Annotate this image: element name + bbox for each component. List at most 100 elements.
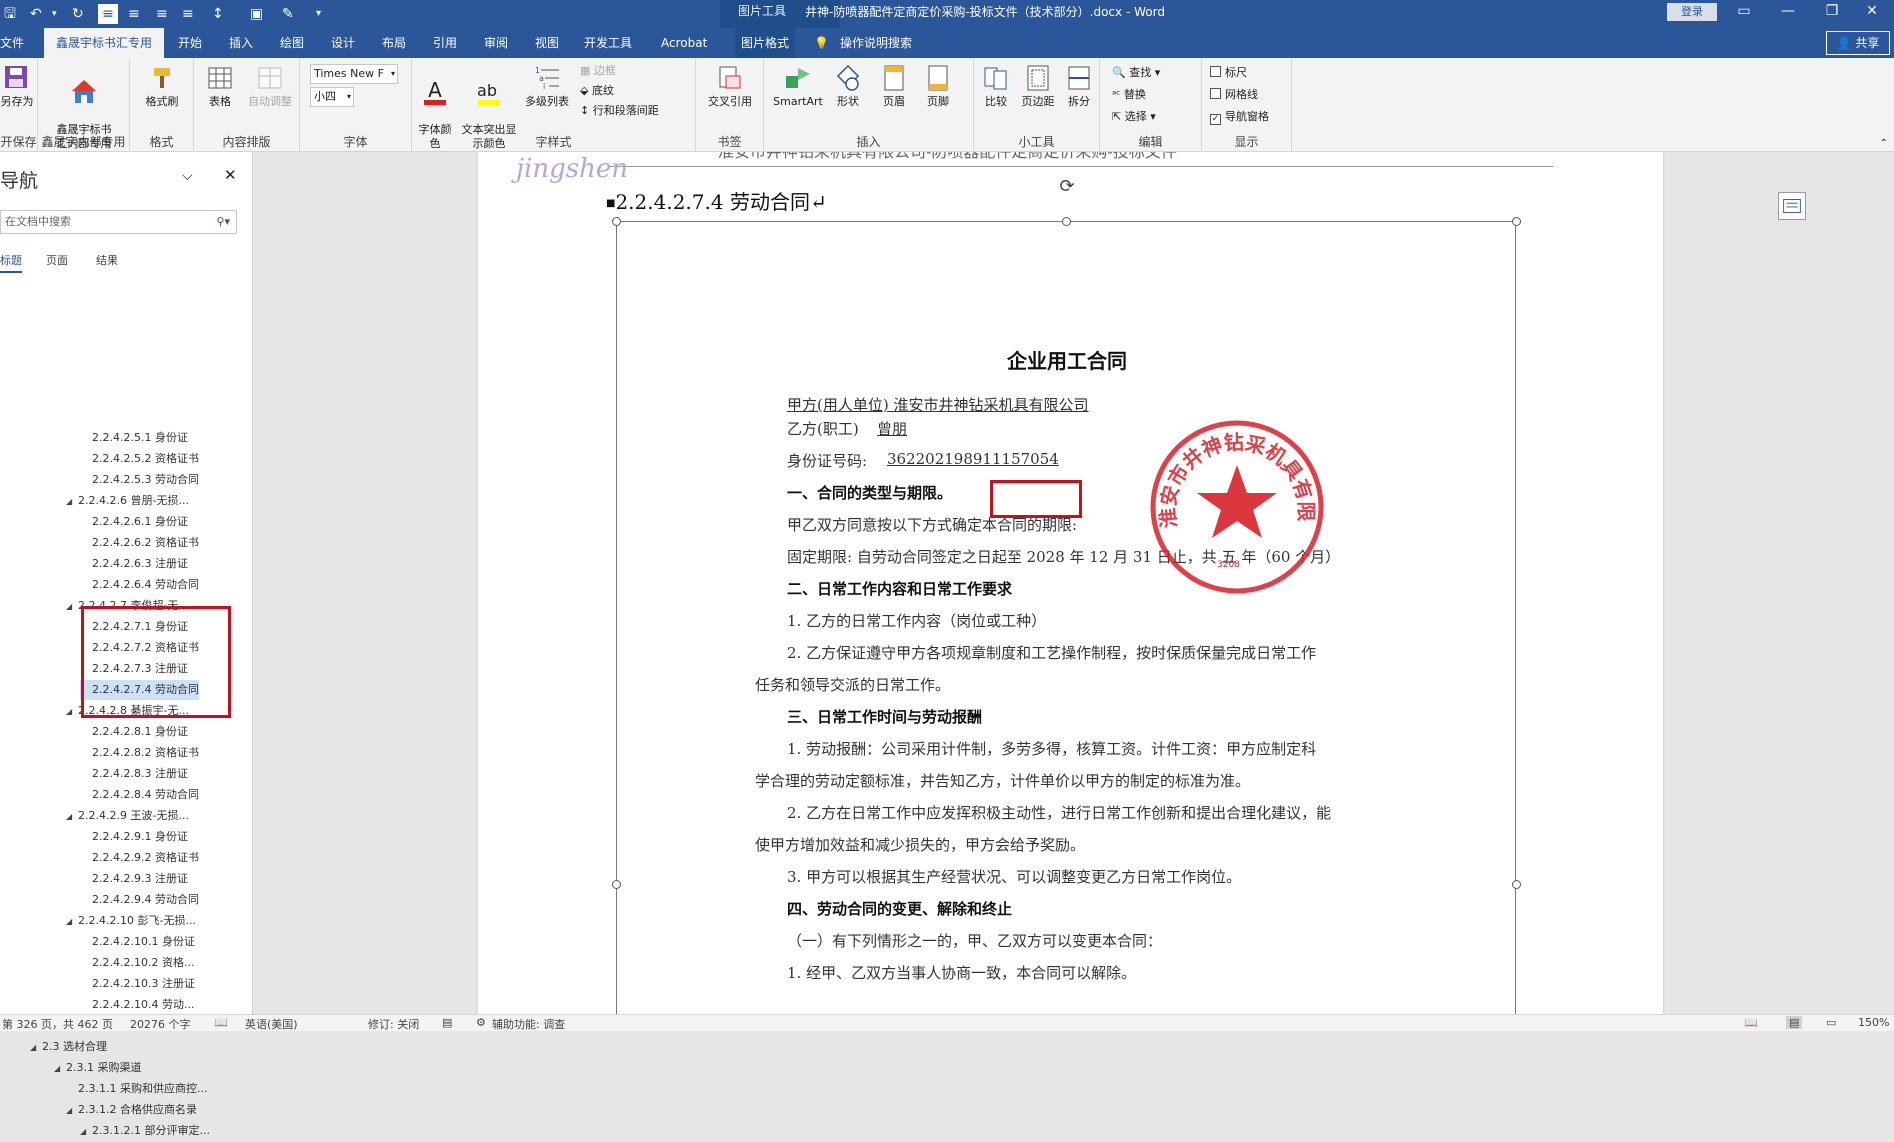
nav-tree-item[interactable]: ◢ 2.3.1.2.1 部分评审定... bbox=[80, 1121, 210, 1141]
resize-handle[interactable] bbox=[1512, 880, 1521, 889]
language[interactable]: 英语(美国) bbox=[245, 1016, 298, 1032]
nav-tree-item[interactable]: 2.2.4.2.9.1 身份证 bbox=[80, 827, 188, 847]
align-left-icon[interactable]: ≡ bbox=[98, 4, 118, 24]
ribbon-display-icon[interactable]: ▭ bbox=[1722, 0, 1766, 24]
expand-triangle-icon[interactable]: ◢ bbox=[66, 492, 78, 512]
layout-options-icon[interactable] bbox=[1778, 192, 1806, 220]
compare-button[interactable]: 比较 bbox=[976, 64, 1016, 109]
tab-picture-format[interactable]: 图片格式 bbox=[735, 28, 796, 58]
align-right-icon[interactable]: ≡ bbox=[156, 4, 168, 24]
nav-tree-item[interactable]: ◢ 2.3.1.2 合格供应商名录 bbox=[66, 1100, 197, 1120]
read-mode-icon[interactable]: 📖 bbox=[1744, 1016, 1758, 1029]
nav-pane-checkbox[interactable]: ✓ 导航窗格 bbox=[1210, 108, 1269, 126]
tab-home[interactable]: 开始 bbox=[178, 28, 202, 58]
track-changes[interactable]: 修订: 关闭 bbox=[368, 1016, 419, 1032]
nav-tree-item[interactable]: ◢ 2.2.4.2.10 彭飞-无损... bbox=[66, 911, 196, 931]
customize-qat-icon[interactable]: ▾ bbox=[316, 4, 321, 24]
share-button[interactable]: 👤 共享 bbox=[1826, 31, 1890, 55]
nav-tree-item[interactable]: 2.2.4.2.8.3 注册证 bbox=[80, 764, 188, 784]
nav-tree-item[interactable]: ◢ 2.3.1 采购渠道 bbox=[54, 1058, 142, 1078]
table-button[interactable]: 表格 bbox=[200, 64, 240, 109]
page-count[interactable]: 第 326 页，共 462 页 bbox=[2, 1016, 113, 1032]
nav-tree-item[interactable]: 2.2.4.2.10.1 身份证 bbox=[80, 932, 195, 952]
smartart-button[interactable]: SmartArt bbox=[770, 64, 826, 109]
tell-me-search[interactable]: 操作说明搜索 bbox=[840, 28, 912, 58]
nav-tree-item[interactable]: 2.2.4.2.5.1 身份证 bbox=[80, 428, 188, 448]
minimize-icon[interactable]: — bbox=[1766, 0, 1810, 24]
macro-icon[interactable]: ▤ bbox=[442, 1016, 452, 1029]
expand-triangle-icon[interactable]: ◢ bbox=[66, 1101, 78, 1121]
multilevel-list-button[interactable]: 1ai 多级列表 bbox=[522, 64, 572, 109]
close-icon[interactable]: ✕ bbox=[1850, 0, 1894, 24]
expand-triangle-icon[interactable]: ◢ bbox=[66, 702, 78, 722]
nav-search-input[interactable]: 在文档中搜索 ⚲▾ bbox=[0, 210, 237, 234]
redo-icon[interactable]: ↻ bbox=[72, 4, 84, 24]
cross-reference-button[interactable]: 交叉引用 bbox=[700, 64, 760, 109]
autofit-button[interactable]: 自动调整 bbox=[244, 64, 296, 109]
select-button[interactable]: ⇱ 选择 ▾ bbox=[1112, 108, 1156, 126]
section-heading[interactable]: ■2.2.4.2.7.4 劳动合同↵ bbox=[606, 186, 827, 215]
tab-references[interactable]: 引用 bbox=[433, 28, 457, 58]
expand-triangle-icon[interactable]: ◢ bbox=[80, 1122, 92, 1142]
nav-tree-item[interactable]: ◢ 2.3 选材合理 bbox=[30, 1037, 107, 1057]
nav-tree-item[interactable]: 2.2.4.2.9.2 资格证书 bbox=[80, 848, 199, 868]
line-spacing-button[interactable]: ↕ 行和段落间距 bbox=[580, 102, 659, 120]
nav-tree-item[interactable]: 2.2.4.2.8.2 资格证书 bbox=[80, 743, 199, 763]
print-layout-icon[interactable]: ▤ bbox=[1786, 1016, 1803, 1029]
tab-draw[interactable]: 绘图 bbox=[280, 28, 304, 58]
tab-developer[interactable]: 开发工具 bbox=[584, 28, 632, 58]
rotate-handle-icon[interactable]: ⟳ bbox=[1056, 176, 1078, 198]
expand-triangle-icon[interactable]: ◢ bbox=[54, 1059, 66, 1079]
shading-button[interactable]: ⬙ 底纹 bbox=[580, 82, 614, 100]
header-button[interactable]: 页眉 bbox=[874, 64, 914, 109]
collapse-ribbon-icon[interactable]: ⌃ bbox=[1880, 138, 1888, 149]
tab-view[interactable]: 视图 bbox=[535, 28, 559, 58]
nav-tab-pages[interactable]: 页面 bbox=[46, 252, 68, 268]
nav-tree-item[interactable]: ◢ 2.2.4.2.6 曾朋-无损... bbox=[66, 491, 189, 511]
line-spacing-icon[interactable]: ↕ bbox=[212, 4, 224, 24]
expand-triangle-icon[interactable]: ◢ bbox=[66, 912, 78, 932]
nav-tree-item[interactable]: 2.2.4.2.6.1 身份证 bbox=[80, 512, 188, 532]
page-margin-button[interactable]: 页边距 bbox=[1016, 64, 1060, 109]
split-button[interactable]: 拆分 bbox=[1062, 64, 1096, 109]
zoom-level[interactable]: 150% bbox=[1858, 1016, 1889, 1029]
nav-tree-item[interactable]: 2.3.1.1 采购和供应商控... bbox=[66, 1079, 207, 1099]
ruler-checkbox[interactable]: 标尺 bbox=[1210, 64, 1247, 82]
font-size-select[interactable]: 小四 ▾ bbox=[310, 87, 354, 107]
tab-design[interactable]: 设计 bbox=[331, 28, 355, 58]
nav-tree-item[interactable]: ◢ 2.2.4.2.9 王波-无损... bbox=[66, 806, 189, 826]
undo-icon[interactable]: ↶ bbox=[30, 4, 42, 24]
proofing-icon[interactable]: 📖 bbox=[214, 1016, 228, 1029]
undo-dropdown-icon[interactable]: ▾ bbox=[52, 4, 57, 24]
expand-triangle-icon[interactable]: ◢ bbox=[66, 807, 78, 827]
tab-xsy[interactable]: 鑫晟宇标书汇专用 bbox=[44, 28, 165, 58]
accessibility-status[interactable]: 辅助功能: 调查 bbox=[492, 1016, 565, 1032]
nav-close-icon[interactable]: ✕ bbox=[224, 166, 237, 184]
tab-insert[interactable]: 插入 bbox=[229, 28, 253, 58]
nav-tree-item[interactable]: 2.2.4.2.6.3 注册证 bbox=[80, 554, 188, 574]
save-icon[interactable]: 🖫 bbox=[4, 4, 16, 24]
nav-tree-item[interactable]: 2.2.4.2.10.2 资格... bbox=[80, 953, 194, 973]
resize-handle[interactable] bbox=[1512, 217, 1521, 226]
selected-image[interactable]: 企业用工合同 甲方(用人单位) 淮安市井神钻采机具有限公司 乙方(职工) 曾朋 … bbox=[612, 217, 1521, 1014]
expand-triangle-icon[interactable]: ◢ bbox=[30, 1038, 42, 1058]
save-as-icon[interactable]: ▣ bbox=[250, 4, 263, 24]
format-painter-icon[interactable]: ✎ bbox=[282, 4, 294, 24]
find-button[interactable]: 🔍 查找 ▾ bbox=[1112, 64, 1160, 82]
login-button[interactable]: 登录 bbox=[1667, 3, 1717, 21]
nav-tab-results[interactable]: 结果 bbox=[96, 252, 118, 268]
nav-tree-item[interactable]: 2.2.4.2.9.3 注册证 bbox=[80, 869, 188, 889]
nav-tree-item[interactable]: 2.2.4.2.5.3 劳动合同 bbox=[80, 470, 199, 490]
tab-acrobat[interactable]: Acrobat bbox=[661, 28, 707, 58]
nav-tree-item[interactable]: 2.2.4.2.9.4 劳动合同 bbox=[80, 890, 199, 910]
nav-tree-item[interactable]: 2.2.4.2.5.2 资格证书 bbox=[80, 449, 199, 469]
nav-tab-headings[interactable]: 标题 bbox=[0, 252, 22, 273]
nav-tree-item[interactable]: 2.2.4.2.8.4 劳动合同 bbox=[80, 785, 199, 805]
align-center-icon[interactable]: ≡ bbox=[128, 4, 140, 24]
nav-options-icon[interactable]: ⌵ bbox=[182, 168, 193, 184]
border-button[interactable]: ▦ 边框 bbox=[580, 62, 616, 80]
gridlines-checkbox[interactable]: 网格线 bbox=[1210, 86, 1258, 104]
word-count[interactable]: 20276 个字 bbox=[130, 1016, 191, 1032]
justify-icon[interactable]: ≡ bbox=[182, 4, 194, 24]
tab-review[interactable]: 审阅 bbox=[484, 28, 508, 58]
